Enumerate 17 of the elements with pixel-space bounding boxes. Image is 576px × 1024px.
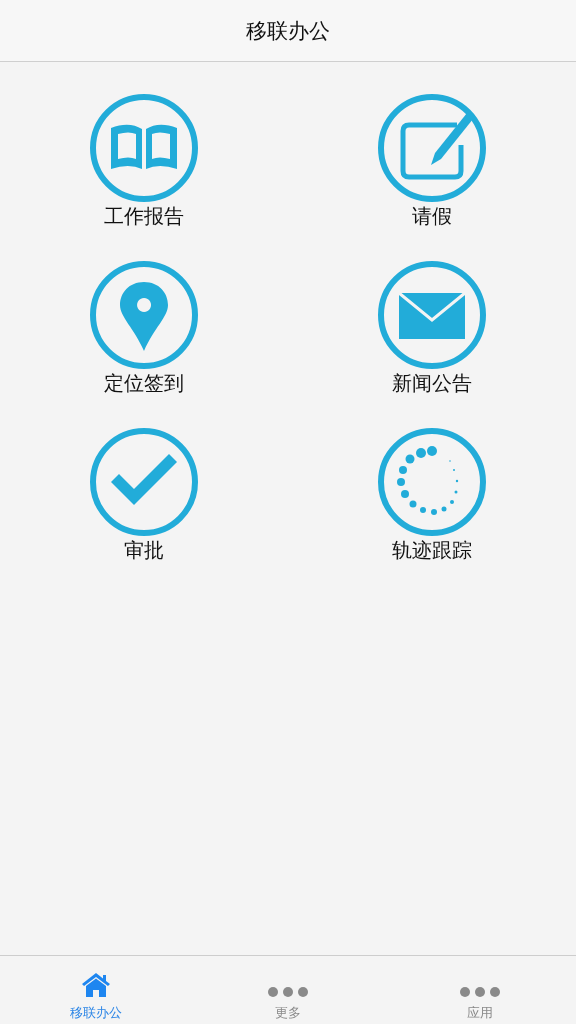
feature-tile[interactable]: 定位签到 (89, 260, 199, 396)
feature-tile[interactable]: 轨迹跟踪 (377, 427, 487, 563)
envelope-icon (377, 260, 487, 370)
book-icon (89, 93, 199, 203)
feature-tile[interactable]: 请假 (377, 93, 487, 229)
tab-item[interactable]: 移联办公 (0, 956, 192, 1024)
feature-tile[interactable]: 审批 (89, 427, 199, 563)
edit-icon (377, 93, 487, 203)
loading-spinner-icon (377, 427, 487, 537)
location-pin-icon (89, 260, 199, 370)
feature-tile[interactable]: 新闻公告 (377, 260, 487, 396)
more-dots-icon (459, 986, 501, 998)
more-dots-icon (267, 986, 309, 998)
home-icon (80, 972, 112, 998)
feature-tile[interactable]: 工作报告 (89, 93, 199, 229)
checkmark-icon (89, 427, 199, 537)
page-title: 移联办公 (246, 17, 330, 45)
